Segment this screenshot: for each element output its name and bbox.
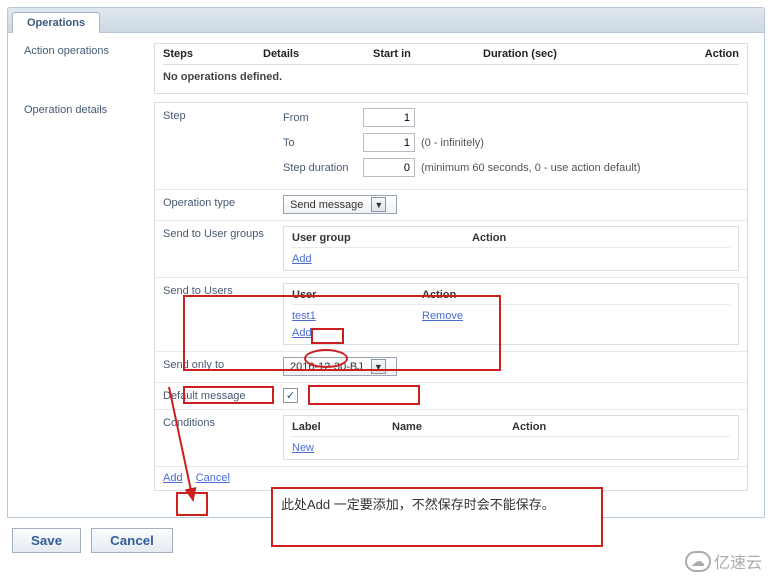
col-details: Details (263, 48, 373, 60)
action-operations-label: Action operations (24, 43, 154, 94)
send-only-label: Send only to (163, 357, 283, 376)
operation-details-label: Operation details (24, 102, 154, 491)
users-action-col: Action (422, 289, 730, 301)
bottom-buttons: Save Cancel (12, 528, 760, 553)
op-type-row: Operation type Send message ▼ (155, 190, 747, 221)
col-steps: Steps (163, 48, 263, 60)
step-to-hint: (0 - infinitely) (421, 137, 484, 149)
conditions-new-link[interactable]: New (292, 442, 314, 454)
step-from-input[interactable] (363, 108, 415, 127)
panel-body: Action operations Steps Details Start in… (8, 32, 764, 517)
details-cancel-link[interactable]: Cancel (196, 472, 230, 484)
save-button[interactable]: Save (12, 528, 81, 553)
tab-row: Operations (8, 8, 764, 32)
send-only-select[interactable]: 2016-12-30-BJ ▼ (283, 357, 397, 376)
user-group-col: User group (292, 232, 472, 244)
operation-details-section: Operation details Step From To (0 - infi… (24, 102, 748, 491)
conditions-row: Conditions Label Name Action New (155, 410, 747, 466)
default-message-row: Default message ✓ (155, 383, 747, 410)
default-message-checkbox[interactable]: ✓ (283, 388, 298, 403)
watermark: ☁ 亿速云 (685, 549, 762, 573)
col-duration: Duration (sec) (483, 48, 653, 60)
operation-details-table: Step From To (0 - infinitely) Step dur (154, 102, 748, 491)
step-label: Step (163, 108, 283, 183)
users-user-col: User (292, 289, 422, 301)
cond-action-col: Action (512, 421, 730, 433)
step-to-input[interactable] (363, 133, 415, 152)
cloud-icon: ☁ (685, 551, 711, 572)
user-groups-box: User group Action Add (283, 226, 739, 271)
user-groups-add-link[interactable]: Add (292, 253, 312, 265)
user-groups-label: Send to User groups (163, 226, 283, 271)
user-groups-row: Send to User groups User group Action Ad… (155, 221, 747, 278)
table-row: test1 Remove (292, 305, 730, 322)
action-operations-table: Steps Details Start in Duration (sec) Ac… (154, 43, 748, 94)
tab-operations[interactable]: Operations (12, 12, 100, 33)
send-only-row: Send only to 2016-12-30-BJ ▼ (155, 352, 747, 383)
step-to-label: To (283, 137, 363, 149)
step-duration-label: Step duration (283, 162, 363, 174)
step-from-label: From (283, 112, 363, 124)
op-type-label: Operation type (163, 195, 283, 214)
conditions-box: Label Name Action New (283, 415, 739, 460)
users-label: Send to Users (163, 283, 283, 345)
default-message-label: Default message (163, 388, 283, 403)
op-type-select[interactable]: Send message ▼ (283, 195, 397, 214)
details-add-link[interactable]: Add (163, 472, 183, 484)
user-group-action-col: Action (472, 232, 730, 244)
users-add-link[interactable]: Add (292, 327, 312, 339)
step-row: Step From To (0 - infinitely) Step dur (155, 103, 747, 190)
user-link-test1[interactable]: test1 (292, 310, 316, 322)
col-action: Action (653, 48, 739, 60)
col-start: Start in (373, 48, 483, 60)
cancel-button[interactable]: Cancel (91, 528, 173, 553)
chevron-down-icon: ▼ (371, 359, 386, 374)
action-operations-header: Steps Details Start in Duration (sec) Ac… (163, 48, 739, 65)
conditions-label: Conditions (163, 415, 283, 460)
user-remove-link[interactable]: Remove (422, 310, 463, 322)
details-footer: Add Cancel (155, 466, 747, 490)
action-operations-section: Action operations Steps Details Start in… (24, 43, 748, 94)
step-duration-hint: (minimum 60 seconds, 0 - use action defa… (421, 162, 641, 174)
cond-label-col: Label (292, 421, 392, 433)
users-box: User Action test1 Remove Add (283, 283, 739, 345)
step-duration-input[interactable] (363, 158, 415, 177)
cond-name-col: Name (392, 421, 512, 433)
no-operations-text: No operations defined. (163, 65, 739, 83)
chevron-down-icon: ▼ (371, 197, 386, 212)
users-row: Send to Users User Action test1 Remove (155, 278, 747, 352)
operations-panel: Operations Action operations Steps Detai… (7, 7, 765, 518)
